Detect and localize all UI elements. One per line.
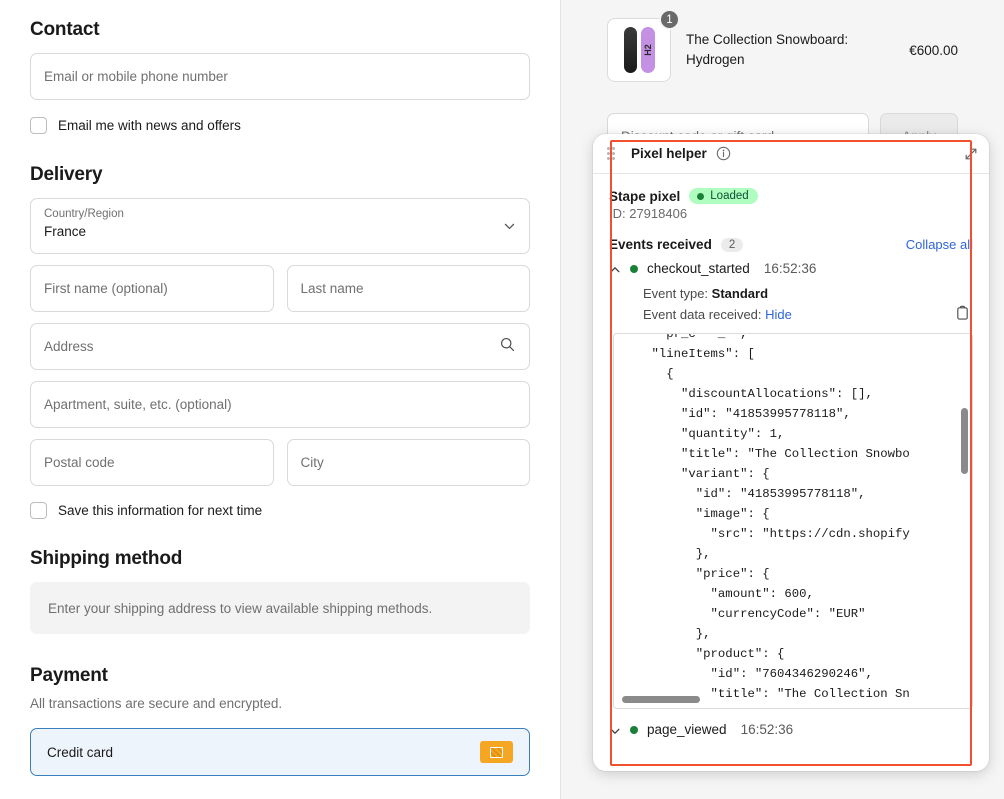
line-item-title: The Collection Snowboard: Hydrogen: [686, 32, 849, 67]
pixel-name: Stape pixel: [609, 188, 681, 204]
address-field[interactable]: Address: [30, 323, 530, 370]
country-region-label: Country/Region: [44, 208, 124, 220]
status-dot-icon: [697, 192, 705, 200]
checkout-form-column: Contact Email or mobile phone number Ema…: [0, 0, 560, 799]
event-data-json: pr_c _ , "lineItems": [ { "discountAlloc…: [651, 333, 910, 701]
info-icon[interactable]: [716, 146, 731, 161]
event-data-json-viewer[interactable]: pr_c _ , "lineItems": [ { "discountAlloc…: [613, 333, 973, 709]
event-data-line: Event data received: Hide: [643, 304, 973, 325]
line-item-thumbnail-wrap: H2 1: [607, 9, 680, 82]
pixel-helper-panel[interactable]: Pixel helper Stape pixel Loaded ID: 2791…: [593, 134, 989, 771]
event-name: checkout_started: [647, 261, 750, 276]
newsletter-checkbox[interactable]: [30, 117, 47, 134]
credit-card-icon: [480, 741, 513, 763]
shipping-method-notice: Enter your shipping address to view avai…: [30, 582, 530, 634]
first-name-placeholder: First name (optional): [44, 281, 168, 296]
postal-code-field[interactable]: Postal code: [30, 439, 274, 486]
apartment-placeholder: Apartment, suite, etc. (optional): [44, 397, 232, 412]
json-horizontal-scrollbar[interactable]: [622, 696, 700, 703]
checkout-page: Contact Email or mobile phone number Ema…: [0, 0, 1004, 799]
event-meta: Event type: Standard Event data received…: [643, 283, 973, 325]
contact-section-title: Contact: [30, 19, 100, 40]
event-header[interactable]: checkout_started 16:52:36: [609, 261, 973, 276]
email-field-placeholder: Email or mobile phone number: [44, 69, 228, 84]
postal-code-placeholder: Postal code: [44, 455, 115, 470]
events-received-label: Events received: [609, 237, 712, 252]
last-name-field[interactable]: Last name: [286, 265, 530, 312]
pixel-id: ID: 27918406: [609, 206, 688, 221]
save-info-checkbox[interactable]: [30, 502, 47, 519]
order-line-item: H2 1 The Collection Snowboard: Hydrogen …: [607, 9, 958, 82]
event-checkout-started: checkout_started 16:52:36 Event type: St…: [609, 261, 973, 709]
chevron-up-icon[interactable]: [609, 263, 621, 275]
drag-handle-icon[interactable]: [607, 147, 616, 160]
payment-subtitle: All transactions are secure and encrypte…: [30, 696, 283, 711]
credit-card-label: Credit card: [47, 744, 114, 760]
event-type-value: Standard: [711, 286, 769, 301]
status-badge: Loaded: [689, 188, 758, 204]
address-placeholder: Address: [44, 339, 94, 354]
pixel-helper-header[interactable]: Pixel helper: [593, 134, 989, 174]
event-type-line: Event type: Standard: [643, 283, 973, 304]
country-region-value: France: [44, 224, 87, 239]
collapse-all-link[interactable]: Collapse all: [906, 237, 973, 252]
payment-section-title: Payment: [30, 665, 108, 686]
first-name-field[interactable]: First name (optional): [30, 265, 274, 312]
event-type-label: Event type:: [643, 286, 709, 301]
save-info-label: Save this information for next time: [58, 503, 263, 518]
pixel-helper-title: Pixel helper: [631, 146, 707, 161]
json-vertical-scrollbar[interactable]: [961, 408, 968, 474]
newsletter-checkbox-row[interactable]: Email me with news and offers: [30, 117, 530, 134]
event-status-dot-icon: [630, 264, 638, 273]
line-item-quantity-badge: 1: [659, 9, 680, 30]
events-received-count: 2: [720, 237, 744, 252]
line-item-price: €600.00: [909, 42, 958, 58]
last-name-placeholder: Last name: [300, 281, 364, 296]
thumbnail-board-text: H2: [642, 44, 653, 56]
expand-icon[interactable]: [964, 147, 978, 161]
event-data-toggle-link[interactable]: Hide: [765, 307, 792, 322]
chevron-down-icon: [503, 220, 516, 233]
newsletter-label: Email me with news and offers: [58, 118, 241, 133]
events-received-row: Events received 2 Collapse all: [609, 237, 973, 252]
event-time-page-viewed: 16:52:36: [740, 722, 794, 737]
save-info-checkbox-row[interactable]: Save this information for next time: [30, 502, 530, 519]
search-icon[interactable]: [499, 336, 516, 358]
email-field[interactable]: Email or mobile phone number: [30, 53, 530, 100]
event-status-dot-icon-page-viewed: [630, 725, 638, 734]
shipping-method-notice-text: Enter your shipping address to view avai…: [48, 600, 433, 616]
country-region-select[interactable]: Country/Region France: [30, 198, 530, 254]
city-placeholder: City: [300, 455, 324, 470]
chevron-down-icon-page-viewed[interactable]: [609, 724, 621, 736]
event-data-label: Event data received:: [643, 307, 762, 322]
credit-card-option[interactable]: Credit card: [30, 728, 530, 776]
delivery-section-title: Delivery: [30, 164, 103, 185]
pixel-status-row: Stape pixel Loaded: [609, 188, 973, 204]
snowboard-thumbnail-icon: H2: [607, 18, 671, 82]
shipping-method-title: Shipping method: [30, 548, 183, 569]
pixel-helper-body: Stape pixel Loaded ID: 27918406 Events r…: [593, 174, 989, 709]
event-time: 16:52:36: [763, 261, 817, 276]
apartment-field[interactable]: Apartment, suite, etc. (optional): [30, 381, 530, 428]
copy-icon[interactable]: [955, 305, 970, 321]
event-name-page-viewed: page_viewed: [647, 722, 727, 737]
city-field[interactable]: City: [286, 439, 530, 486]
event-page-viewed[interactable]: page_viewed 16:52:36: [593, 722, 989, 737]
status-badge-label: Loaded: [710, 190, 749, 202]
